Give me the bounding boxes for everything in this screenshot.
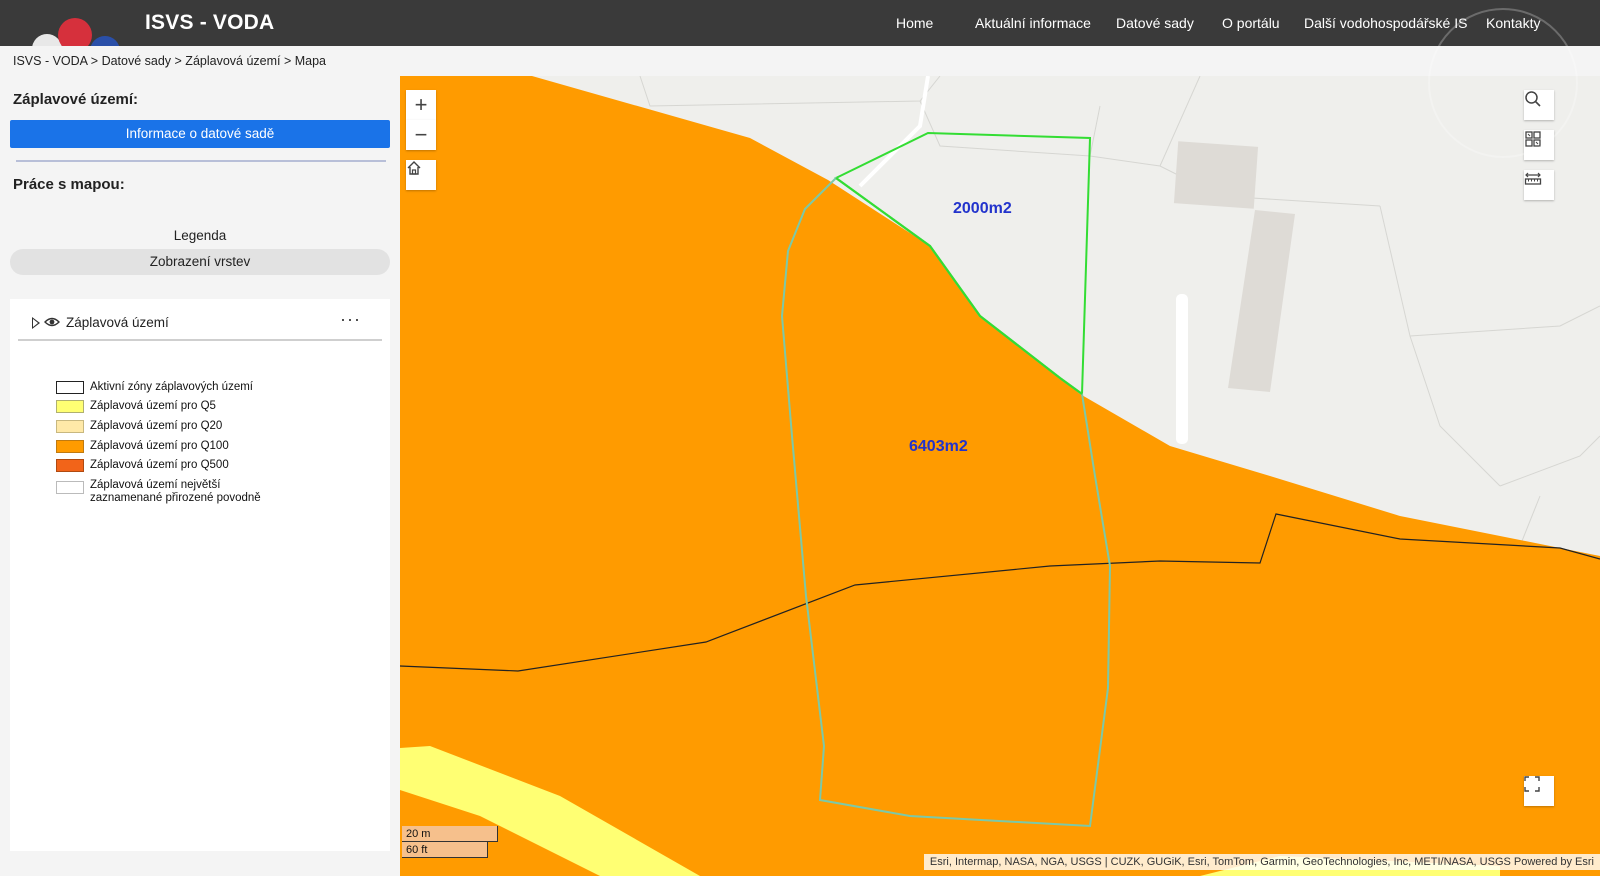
more-options-icon[interactable]: ··· xyxy=(340,309,361,330)
area-label-2000: 2000m2 xyxy=(953,200,1012,217)
search-button[interactable] xyxy=(1524,90,1554,120)
area-label-6403: 6403m2 xyxy=(909,438,968,455)
measure-button[interactable] xyxy=(1524,170,1554,200)
layers-button[interactable]: Zobrazení vrstev xyxy=(10,249,390,275)
dataset-title: Záplavové území: xyxy=(13,91,139,108)
layer-name: Záplavová území xyxy=(66,315,169,330)
layer-item[interactable]: Záplavová území ··· xyxy=(18,307,382,341)
expand-icon[interactable] xyxy=(32,317,40,329)
sidebar: Záplavové území: Informace o datové sadě… xyxy=(0,76,400,876)
top-bar: ISVS - VODA Home Aktuální informace Dato… xyxy=(0,0,1600,46)
scale-bar-imperial: 60 ft xyxy=(402,842,488,858)
legend-image: Aktivní zóny záplavových území Záplavová… xyxy=(34,371,324,531)
nav-dalsi-is[interactable]: Další vodohospodářské IS xyxy=(1304,15,1467,31)
map-attribution[interactable]: Esri, Intermap, NASA, NGA, USGS | CUZK, … xyxy=(923,854,1600,870)
map-view[interactable]: 2000m2 6403m2 + − 20 m 60 ft Esri, Inter… xyxy=(400,76,1600,876)
portal-logo[interactable] xyxy=(28,14,138,46)
nav-o-portalu[interactable]: O portálu xyxy=(1222,15,1280,31)
visibility-eye-icon[interactable] xyxy=(44,316,60,328)
map-work-title: Práce s mapou: xyxy=(13,176,125,193)
zoom-in-button[interactable]: + xyxy=(406,90,436,120)
basemap-gallery-icon xyxy=(1525,131,1541,147)
dataset-info-button[interactable]: Informace o datové sadě xyxy=(10,120,390,148)
nav-datove-sady[interactable]: Datové sady xyxy=(1116,15,1194,31)
nav-kontakty[interactable]: Kontakty xyxy=(1486,15,1540,31)
layer-list-panel: Záplavová území ··· Aktivní zóny záplavo… xyxy=(10,299,390,851)
measure-icon xyxy=(1524,172,1542,185)
home-icon xyxy=(407,161,421,175)
map-canvas[interactable] xyxy=(400,76,1600,876)
nav-aktualni-informace[interactable]: Aktuální informace xyxy=(975,15,1091,31)
search-icon xyxy=(1525,91,1541,107)
scale-bar-metric: 20 m xyxy=(402,826,498,842)
brand-title[interactable]: ISVS - VODA xyxy=(145,11,274,35)
breadcrumb[interactable]: ISVS - VODA > Datové sady > Záplavová úz… xyxy=(13,54,326,68)
divider xyxy=(16,160,386,162)
basemap-gallery-button[interactable] xyxy=(1524,130,1554,160)
nav-home[interactable]: Home xyxy=(896,15,933,31)
zoom-out-button[interactable]: − xyxy=(406,120,436,150)
legend-button[interactable]: Legenda xyxy=(10,224,390,248)
fullscreen-icon xyxy=(1524,776,1540,792)
fullscreen-button[interactable] xyxy=(1524,776,1554,806)
home-button[interactable] xyxy=(406,160,436,190)
